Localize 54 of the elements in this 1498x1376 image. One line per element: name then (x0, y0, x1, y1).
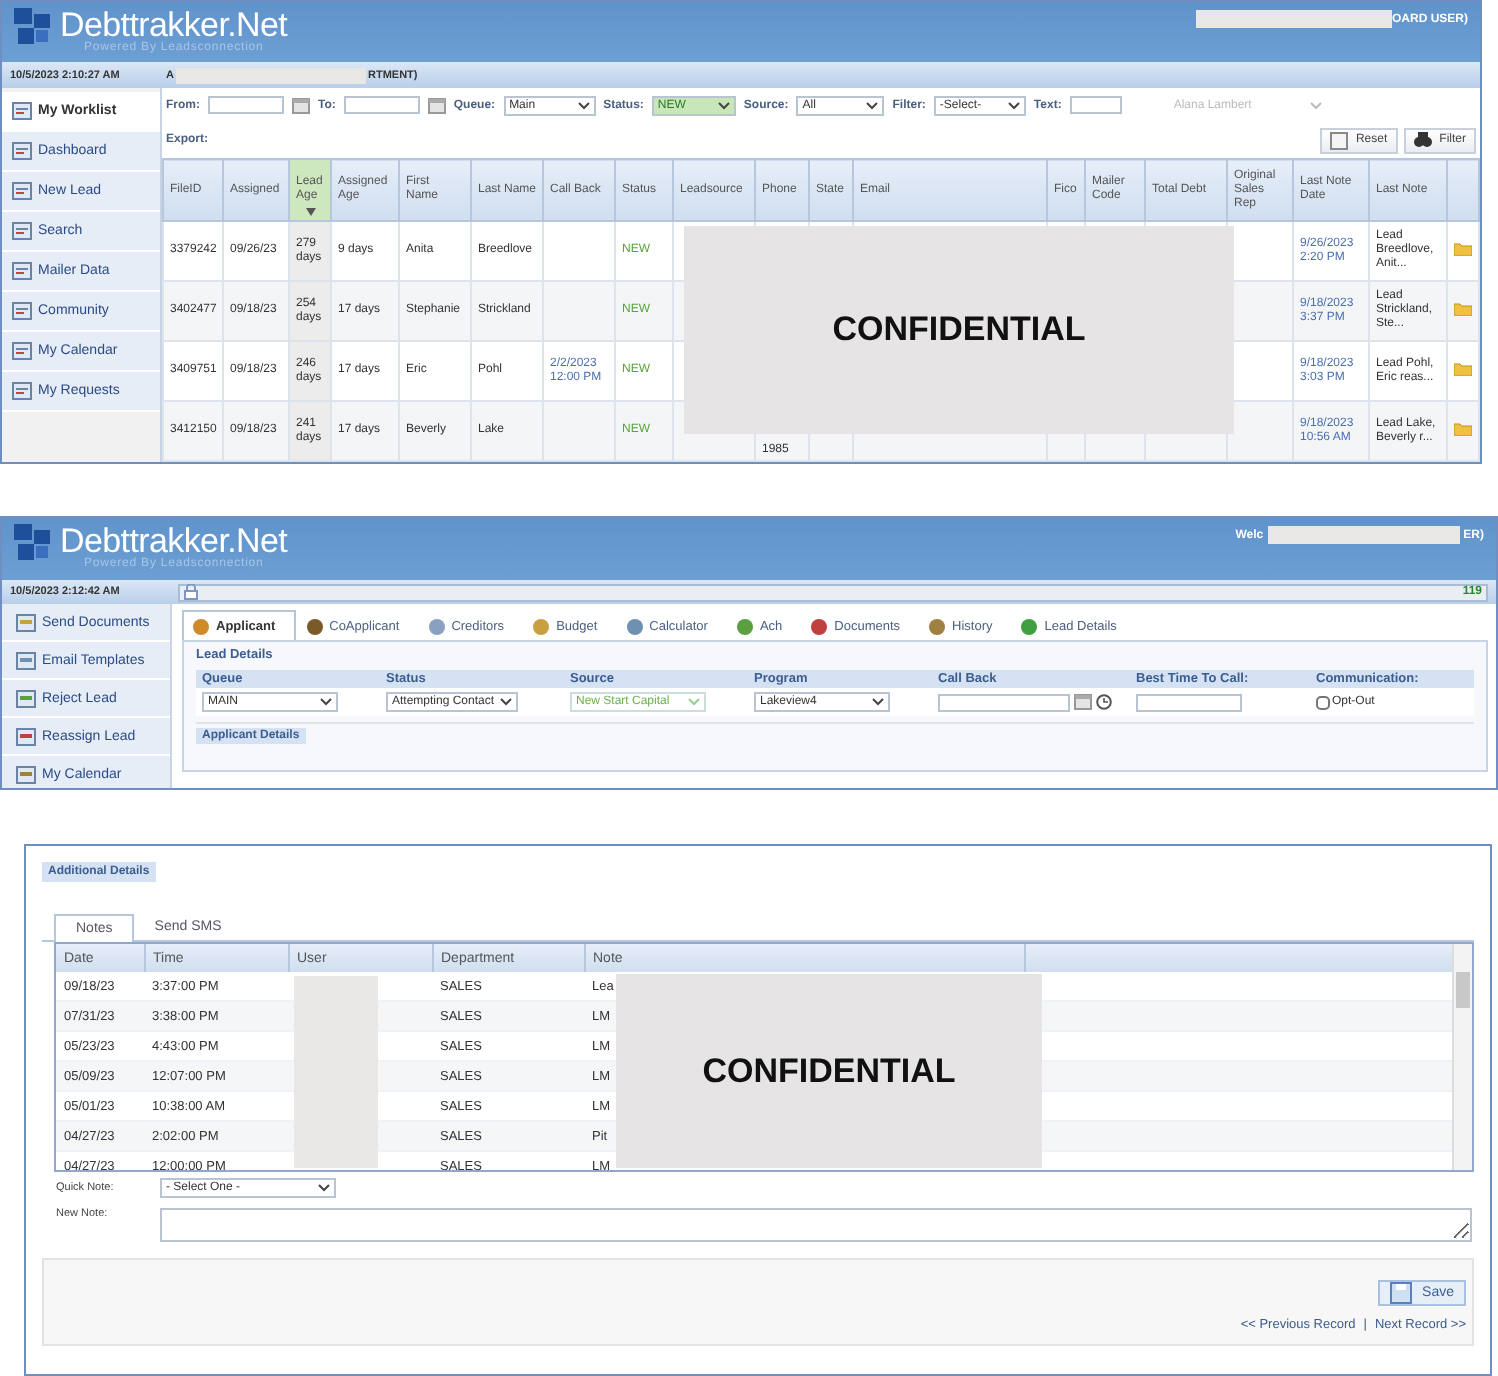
logo-text: Debttrakker.Net (60, 524, 288, 558)
calendar-icon[interactable] (427, 97, 446, 114)
page-icon (12, 102, 32, 120)
binoculars-icon (1413, 132, 1432, 149)
date-field[interactable] (208, 96, 284, 115)
page-icon (16, 613, 36, 631)
circle-icon (735, 617, 754, 635)
clock-icon[interactable] (1096, 694, 1112, 710)
folder-icon[interactable] (1454, 241, 1472, 255)
caret-icon (717, 101, 730, 110)
folder-icon[interactable] (1454, 301, 1472, 315)
caret-icon (577, 101, 590, 110)
redaction-text: CONFIDENTIAL (832, 310, 1086, 350)
note-field[interactable] (160, 1208, 1472, 1242)
text-field[interactable] (1136, 693, 1242, 711)
caret-icon (1007, 101, 1020, 110)
circle-icon (928, 617, 947, 635)
circle-icon (810, 617, 829, 635)
scrollbar[interactable] (1452, 944, 1472, 1170)
checkbox[interactable] (1316, 695, 1330, 709)
circle-icon (625, 617, 644, 635)
circle-icon (427, 617, 446, 635)
date-field[interactable] (343, 96, 420, 115)
page-icon (12, 382, 32, 400)
page-icon (16, 651, 36, 669)
page-icon (12, 262, 32, 280)
page-icon (12, 182, 32, 200)
circle-icon (1020, 617, 1039, 635)
caret-icon (320, 698, 332, 706)
caret-icon (872, 698, 884, 706)
circle-icon (532, 617, 551, 635)
page-icon (16, 727, 36, 745)
circle-icon (192, 617, 210, 635)
folder-icon[interactable] (1454, 421, 1472, 435)
page-icon (12, 222, 32, 240)
logo-text: Debttrakker.Net (60, 8, 288, 42)
circle-icon (305, 617, 324, 635)
folder-icon[interactable] (1454, 361, 1472, 375)
lock-icon (184, 584, 198, 600)
caret-icon (500, 698, 512, 706)
page-icon (12, 302, 32, 320)
caret-icon (1309, 101, 1322, 110)
page-icon (16, 689, 36, 707)
page-icon (12, 142, 32, 160)
text-field[interactable] (1069, 96, 1122, 115)
caret-icon (866, 101, 879, 110)
page-icon (12, 342, 32, 360)
page-icon (16, 765, 36, 783)
date-field[interactable] (938, 693, 1070, 711)
calendar-icon[interactable] (292, 97, 310, 114)
sort-icon (306, 208, 316, 216)
page-icon (1329, 131, 1348, 150)
caret-icon (688, 698, 700, 706)
caret-icon (318, 1184, 330, 1192)
